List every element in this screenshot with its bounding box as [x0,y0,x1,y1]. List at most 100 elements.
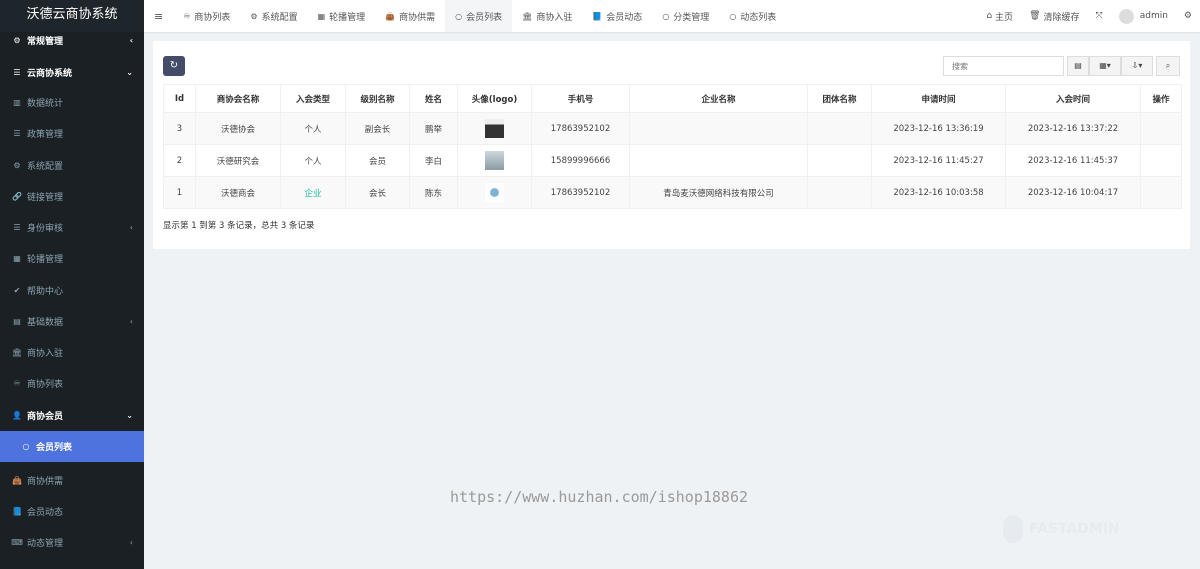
tab-8[interactable]: ○ 动态列表 [719,0,786,32]
toggle-view-button[interactable]: ▤ [1067,56,1089,76]
sidebar-item-0[interactable]: ⚙ 常规管理 ‹ [0,25,144,56]
chevron-icon: ‹ [129,317,133,326]
columns-dropdown[interactable]: ▦▾ [1089,56,1121,76]
cell-join: 2023-12-16 13:37:22 [1005,112,1141,145]
avatar-image[interactable] [485,119,504,138]
sidebar-item-8[interactable]: ✔ 帮助中心 [0,275,144,306]
handshake-icon: ♾ [183,11,191,21]
shopping-bag-icon: 👜 [385,11,396,21]
cell-company: 青岛麦沃德网络科技有限公司 [629,176,808,209]
cell-level: 会员 [345,144,410,177]
cell-avatar [457,112,532,145]
gear-icon: ⚙ [250,11,258,21]
column-header[interactable]: 团体名称 [807,84,872,113]
th-large-icon: ▦ [13,254,21,263]
column-header[interactable]: 申请时间 [871,84,1006,113]
cell-id: 2 [163,144,196,177]
column-header[interactable]: 手机号 [531,84,630,113]
expand-icon: ⤧ [1095,11,1103,21]
tab-5[interactable]: 🏛 商协入驻 [512,0,582,32]
cell-type: 个人 [280,144,346,177]
sidebar-item-11[interactable]: ♾ 商协列表 [0,368,144,399]
tab-3[interactable]: 👜 商协供需 [375,0,445,32]
pagination-info: 显示第 1 到第 3 条记录，总共 3 条记录 [163,221,315,231]
settings-button[interactable]: ⚙ [1176,11,1200,21]
sidebar-item-9[interactable]: ▤ 基础数据 ‹ [0,306,144,337]
column-header[interactable]: 商协会名称 [195,84,281,113]
sidebar-item-16[interactable]: ⌨ 动态管理 ‹ [0,527,144,558]
sidebar-item-12[interactable]: 👤 商协会员 ⌄ [0,400,144,431]
column-header[interactable]: 入会类型 [280,84,346,113]
cell-id: 3 [163,112,196,145]
home-link[interactable]: ⌂ 主页 [978,10,1021,23]
sidebar-item-label: 商协供需 [27,477,64,487]
table-row[interactable]: 2 沃德研究会 个人 会员 李白 15899996666 2023-12-16 11:45:… [163,144,1182,177]
cell-apply: 2023-12-16 11:45:27 [871,144,1006,177]
database-icon: ▤ [13,317,21,326]
fullscreen-button[interactable]: ⤧ [1088,11,1111,21]
cell-avatar [457,176,532,209]
chevron-icon: ‹ [129,223,133,232]
sidebar-item-5[interactable]: 🔗 链接管理 [0,181,144,212]
column-header[interactable]: 入会时间 [1005,84,1141,113]
sidebar-item-7[interactable]: ▦ 轮播管理 [0,243,144,274]
cell-group [807,112,872,145]
circle-icon: ○ [729,11,737,21]
sidebar-item-13[interactable]: ○ 会员列表 [0,431,144,462]
cell-join: 2023-12-16 11:45:37 [1005,144,1141,177]
tab-2[interactable]: ▦ 轮播管理 [308,0,376,32]
column-header[interactable]: 头像(logo) [457,84,532,113]
sidebar-item-label: 政策管理 [27,130,64,140]
sidebar-item-4[interactable]: ⚙ 系统配置 [0,150,144,181]
advanced-search-button[interactable]: ⌕ [1156,56,1180,76]
cell-name: 沃德商会 [195,176,281,209]
content-panel: ↻ ▤ ▦▾ ⇩▾ ⌕ Id商协会名称入会类型级别名称姓名头像(logo)手机号… [153,41,1190,249]
column-header[interactable]: 操作 [1140,84,1182,113]
cell-type: 个人 [280,112,346,145]
table-row[interactable]: 3 沃德协会 个人 副会长 鹏举 17863952102 2023-12-16 13:36:… [163,112,1182,145]
sidebar-item-2[interactable]: ▥ 数据统计 [0,87,144,118]
sidebar-item-3[interactable]: ☰ 政策管理 [0,118,144,149]
cell-id: 1 [163,176,196,209]
chevron-icon: ⌄ [126,411,133,420]
sidebar-toggle-button[interactable]: ≡ [144,0,173,32]
sidebar-item-10[interactable]: 🏛 商协入驻 [0,337,144,368]
cogs-icon: ⚙ [13,36,21,45]
clear-cache-button[interactable]: 🗑 清除缓存 [1021,10,1087,23]
cell-phone: 17863952102 [531,112,630,145]
tab-7[interactable]: ○ 分类管理 [652,0,719,32]
tab-0[interactable]: ♾ 商协列表 [173,0,240,32]
search-input[interactable] [943,56,1064,76]
sidebar-item-label: 系统配置 [27,162,64,172]
export-dropdown[interactable]: ⇩▾ [1121,56,1153,76]
sidebar-item-15[interactable]: 📘 会员动态 [0,496,144,527]
table-row[interactable]: 1 沃德商会 企业 会长 陈东 17863952102 青岛麦沃德网络科技有限公司 2023-… [163,176,1182,209]
refresh-button[interactable]: ↻ [163,56,185,76]
export-icon: ⇩▾ [1131,61,1143,70]
cell-type: 企业 [280,176,346,209]
sidebar-item-14[interactable]: 👜 商协供需 [0,465,144,496]
column-header[interactable]: Id [163,84,196,113]
column-header[interactable]: 级别名称 [345,84,410,113]
cell-phone: 17863952102 [531,176,630,209]
column-header[interactable]: 姓名 [409,84,458,113]
cell-actions [1140,112,1182,145]
column-header[interactable]: 企业名称 [629,84,808,113]
chevron-icon: ‹ [129,538,133,547]
gear-icon: ⚙ [13,161,21,170]
avatar-image[interactable] [485,151,504,170]
sidebar-item-1[interactable]: ☰ 云商协系统 ⌄ [0,57,144,88]
book-icon: 📘 [12,507,22,516]
tab-6[interactable]: 📘 会员动态 [582,0,652,32]
avatar [1118,8,1134,24]
cell-company [629,144,808,177]
sidebar-item-6[interactable]: ☰ 身份审核 ‹ [0,212,144,243]
cell-company [629,112,808,145]
tab-1[interactable]: ⚙ 系统配置 [240,0,307,32]
circle-icon: ○ [455,11,463,21]
avatar-image[interactable] [485,183,504,202]
grid-icon: ▦▾ [1099,61,1111,70]
user-menu[interactable]: admin [1111,8,1176,24]
cell-person: 鹏举 [409,112,458,145]
tab-4[interactable]: ○ 会员列表 [445,0,513,32]
